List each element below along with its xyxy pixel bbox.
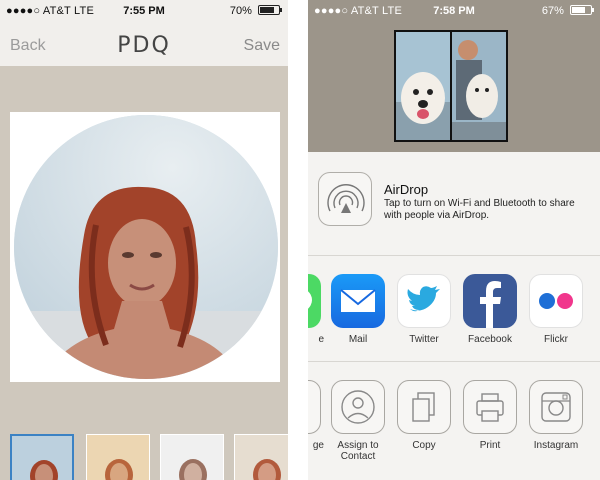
portrait-photo <box>14 115 278 379</box>
filter-thumbnail[interactable] <box>160 434 224 480</box>
print-icon <box>463 380 517 434</box>
status-bar: ●●●●○ AT&T LTE 7:58 PM 67% <box>308 0 600 22</box>
facebook-icon <box>463 274 517 328</box>
share-app-label: Flickr <box>544 334 568 345</box>
dog-photo <box>396 32 450 140</box>
instagram-icon <box>529 380 583 434</box>
filter-thumbnail[interactable] <box>234 434 288 480</box>
photo-card <box>10 112 280 382</box>
share-apps-row: e Mail Twitter Facebook Flickr <box>308 262 600 362</box>
airdrop-title: AirDrop <box>384 182 429 197</box>
share-app-label: Facebook <box>468 334 512 345</box>
filter-thumbnail[interactable] <box>10 434 74 480</box>
battery-percent: 67% <box>541 5 564 17</box>
copy-icon <box>397 380 451 434</box>
profile-photo-circle[interactable] <box>14 115 278 379</box>
action-label: Copy <box>412 440 436 451</box>
nav-bar: Back PDQ Save <box>0 22 288 66</box>
flickr-icon <box>529 274 583 328</box>
twitter-icon <box>397 274 451 328</box>
share-actions-row: ge Assign to Contact Copy Print Instagra… <box>308 368 600 480</box>
contact-icon <box>331 380 385 434</box>
status-bar: ●●●●○ AT&T LTE 7:55 PM 70% <box>0 0 288 22</box>
share-app-label: Mail <box>348 334 368 345</box>
messages-icon <box>308 274 321 328</box>
action-assign-contact[interactable]: Assign to Contact <box>326 380 390 462</box>
battery-indicator: 67% <box>541 5 594 17</box>
battery-percent: 70% <box>229 5 252 17</box>
battery-icon <box>570 5 594 15</box>
action-item[interactable]: ge <box>308 380 326 451</box>
filter-strip <box>0 428 288 480</box>
dog-owner-photo <box>452 32 506 140</box>
action-print[interactable]: Print <box>458 380 522 451</box>
action-label: Instagram <box>533 440 579 451</box>
photo-preview <box>394 30 508 142</box>
action-label: Assign to Contact <box>337 440 379 462</box>
share-sheet-screen: ●●●●○ AT&T LTE 7:58 PM 67% AirDrop Tap t… <box>308 0 600 480</box>
share-app-messages[interactable]: e <box>308 274 326 345</box>
mail-icon <box>331 274 385 328</box>
action-label: ge <box>312 440 324 451</box>
share-app-mail[interactable]: Mail <box>326 274 390 345</box>
airdrop-section[interactable]: AirDrop Tap to turn on Wi-Fi and Bluetoo… <box>308 152 600 256</box>
save-button[interactable]: Save <box>244 37 280 55</box>
pdq-editor-screen: ●●●●○ AT&T LTE 7:55 PM 70% Back PDQ Save <box>0 0 288 480</box>
action-copy[interactable]: Copy <box>392 380 456 451</box>
filter-thumbnail[interactable] <box>86 434 150 480</box>
editor-canvas <box>0 66 288 428</box>
share-app-twitter[interactable]: Twitter <box>392 274 456 345</box>
share-app-label: Twitter <box>409 334 439 345</box>
battery-icon <box>258 5 282 15</box>
message-icon <box>308 380 321 434</box>
share-app-flickr[interactable]: Flickr <box>524 274 588 345</box>
action-label: Print <box>479 440 501 451</box>
share-app-facebook[interactable]: Facebook <box>458 274 522 345</box>
airdrop-icon[interactable] <box>318 172 372 226</box>
battery-indicator: 70% <box>229 5 282 17</box>
airdrop-description: Tap to turn on Wi-Fi and Bluetooth to sh… <box>384 198 575 221</box>
screen-divider <box>288 0 308 480</box>
share-preview <box>308 22 600 152</box>
action-instagram[interactable]: Instagram <box>524 380 588 451</box>
share-app-label: e <box>318 334 324 345</box>
